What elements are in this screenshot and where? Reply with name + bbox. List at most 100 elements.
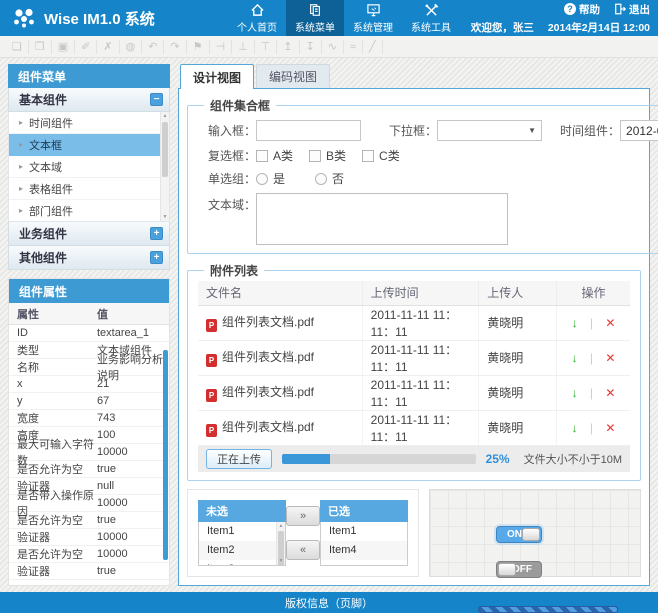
menu-list-scrollbar[interactable]: ▲ ▼ [160,112,169,221]
scroll-down-icon[interactable]: ▼ [277,558,285,564]
collapse-icon[interactable]: − [150,93,163,106]
checkbox-icon[interactable] [362,150,374,162]
toolbar-icon[interactable]: ◍ [120,40,143,54]
radio-option[interactable]: 是 [256,170,285,187]
toolbar-icon[interactable]: ∿ [322,40,344,54]
scroll-down-icon[interactable]: ▼ [161,214,169,220]
property-row[interactable]: ID textarea_1 [9,325,169,342]
list-scrollbar[interactable]: ▲ ▼ [276,522,285,566]
file-name[interactable]: 组件列表文档.pdf [222,350,314,364]
remove-icon[interactable]: ✕ [605,421,615,435]
checkbox-option[interactable]: A类 [256,147,293,164]
nav-item-home[interactable]: 个人首页 [228,0,286,36]
remove-icon[interactable]: ✕ [605,386,615,400]
toolbar-icon[interactable]: ↧ [300,40,322,54]
tab-design-view[interactable]: 设计视图 [180,64,254,89]
remove-icon[interactable]: ✕ [605,316,615,330]
scroll-up-icon[interactable]: ▲ [161,113,169,119]
input-label: 输入框： [198,122,256,139]
scroll-up-icon[interactable]: ▲ [277,523,285,529]
radio-icon[interactable] [256,173,268,185]
component-menu-item[interactable]: ▸ 表格组件 [9,178,160,200]
file-name[interactable]: 组件列表文档.pdf [222,385,314,399]
radio-option[interactable]: 否 [315,170,344,187]
download-icon[interactable]: ↓ [572,316,578,330]
checkbox-option[interactable]: B类 [309,147,346,164]
list-item[interactable]: Item1 [321,522,407,541]
properties-scrollbar[interactable] [163,350,168,560]
list-item[interactable]: Item3 [199,560,276,567]
component-menu-item[interactable]: ▸ 文本域 [9,156,160,178]
toolbar-icon[interactable]: ❏ [6,40,29,54]
property-row[interactable]: 是否带入操作原因 10000 [9,495,169,512]
move-left-button[interactable]: « [286,540,320,560]
toolbar-icon[interactable]: ⊥ [232,40,255,54]
list-item[interactable]: Item2 [199,541,276,560]
pdf-icon: P [206,424,217,437]
toolbar-icon[interactable]: ✐ [75,40,97,54]
list-item[interactable]: Item1 [199,522,276,541]
property-row[interactable]: 是否允许为空 true [9,461,169,478]
move-right-button[interactable]: » [286,506,320,526]
toggle-knob[interactable] [522,528,540,541]
group-business-components[interactable]: 业务组件 + [8,222,170,246]
date-picker[interactable]: 2012-07-01 ▦ [620,120,658,141]
text-input[interactable] [256,120,361,141]
striped-progress-bar[interactable] [478,606,618,613]
download-icon[interactable]: ↓ [572,421,578,435]
toolbar-icon[interactable]: ↥ [277,40,299,54]
property-row[interactable]: 验证器 10000 [9,529,169,546]
file-name[interactable]: 组件列表文档.pdf [222,420,314,434]
toggle-knob[interactable] [498,563,516,576]
property-row[interactable]: x 21 [9,376,169,393]
toolbar-icon[interactable]: ⊣ [210,40,233,54]
checkbox-icon[interactable] [256,150,268,162]
property-row[interactable]: 是否允许为空 true [9,512,169,529]
toolbar-icon[interactable]: ≈ [344,40,363,54]
welcome-text: 欢迎您，张三 [471,20,534,35]
nav-item-system-menu[interactable]: 系统菜单 [286,0,344,36]
toolbar-icon[interactable]: ▣ [52,40,75,54]
file-name[interactable]: 组件列表文档.pdf [222,315,314,329]
property-row[interactable]: 是否允许为空 10000 [9,546,169,563]
property-row[interactable]: 名称 业务影响分析说明 [9,359,169,376]
remove-icon[interactable]: ✕ [605,351,615,365]
toolbar-icon[interactable]: ↷ [164,40,186,54]
download-icon[interactable]: ↓ [572,386,578,400]
group-basic-components[interactable]: 基本组件 − [8,88,170,112]
toggle-switch-on[interactable]: ON [496,526,542,543]
toolbar-icon[interactable]: ❐ [29,40,52,54]
checkbox-icon[interactable] [309,150,321,162]
group-other-components[interactable]: 其他组件 + [8,246,170,270]
toolbar-icon[interactable]: ⚑ [187,40,210,54]
toolbar-icon[interactable]: ✗ [97,40,119,54]
component-menu-item[interactable]: ▸ 文本框 [9,134,160,156]
expand-icon[interactable]: + [150,251,163,264]
help-link[interactable]: ? 帮助 [564,2,600,17]
expand-icon[interactable]: + [150,227,163,240]
checkbox-option[interactable]: C类 [362,147,400,164]
property-row[interactable]: 验证器 true [9,563,169,580]
download-icon[interactable]: ↓ [572,351,578,365]
dropdown-select[interactable]: ▼ [437,120,542,141]
toolbar-icon[interactable]: ↶ [142,40,164,54]
toolbar-icon[interactable]: ⊤ [255,40,278,54]
tab-code-view[interactable]: 编码视图 [256,64,330,88]
nav-item-system-tools[interactable]: 系统工具 [402,0,460,36]
property-row[interactable]: 最大可输入字符数 10000 [9,444,169,461]
component-menu-item[interactable]: ▸ 时间组件 [9,112,160,134]
toolbar-icon[interactable]: ╱ [363,40,383,54]
nav-item-system-manage[interactable]: 系统管理 [344,0,402,36]
logout-link[interactable]: 退出 [614,2,650,17]
radio-icon[interactable] [315,173,327,185]
component-menu-item[interactable]: ▸ 部门组件 [9,200,160,222]
attachments-header-row: 文件名 上传时间 上传人 操作 [198,281,630,305]
textarea-field[interactable] [256,193,508,245]
scrollbar-thumb[interactable] [162,122,168,177]
property-row[interactable]: y 67 [9,393,169,410]
toggle-switch-off[interactable]: OFF [496,561,542,578]
list-item[interactable]: Item4 [321,541,407,560]
main-content: 设计视图 编码视图 组件集合框 输入框： 下拉框： [178,64,650,586]
uploading-button[interactable]: 正在上传 [206,449,272,469]
property-row[interactable]: 宽度 743 [9,410,169,427]
